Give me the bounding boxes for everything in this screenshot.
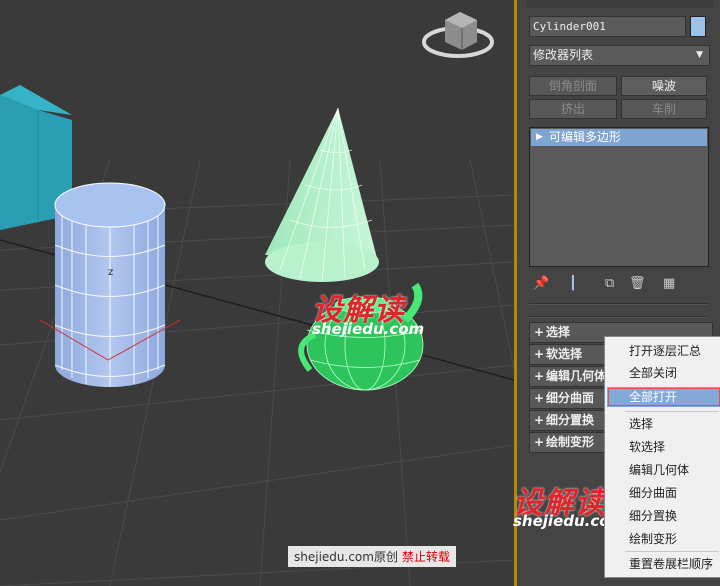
credit-warning: 禁止转载 <box>401 550 450 564</box>
modifier-list-label: 修改器列表 <box>533 48 594 62</box>
menu-item-close-all[interactable]: 全部关闭 <box>605 363 720 383</box>
stack-item-label: 可编辑多边形 <box>549 130 622 144</box>
stack-item-editable-poly[interactable]: ▶ 可编辑多边形 <box>531 129 707 146</box>
menu-item-selection[interactable]: 选择 <box>605 414 720 434</box>
stack-toolbar: 📌 ┃ ⧉ 🗑 ▦ <box>531 276 707 296</box>
menu-item-paint-deformation[interactable]: 绘制变形 <box>605 529 720 549</box>
menu-item-subdivision-displacement[interactable]: 细分置换 <box>605 506 720 526</box>
cone-object <box>265 107 379 283</box>
menu-item-edit-geometry[interactable]: 编辑几何体 <box>605 460 720 480</box>
remove-modifier-icon[interactable]: 🗑 <box>629 276 646 291</box>
separator <box>529 316 709 318</box>
object-name-field[interactable]: Cylinder001 <box>529 16 686 37</box>
menu-item-open-all[interactable]: 全部打开 <box>607 387 720 407</box>
menu-item-open-rollup-summary[interactable]: 打开逐层汇总 <box>605 341 720 361</box>
lathe-button[interactable]: 车削 <box>621 99 707 119</box>
viewport-perspective[interactable]: z 设解读 shejiedu.com shejiedu.com原创 禁止转载 <box>0 0 514 586</box>
scene-graphics: z <box>0 12 514 586</box>
make-unique-icon[interactable]: ⧉ <box>605 276 614 291</box>
menu-item-reset-rollout-order[interactable]: 重置卷展栏顺序 <box>605 554 720 574</box>
credit-banner: shejiedu.com原创 禁止转载 <box>288 546 456 567</box>
show-end-result-icon[interactable]: ┃ <box>569 276 577 291</box>
modifier-stack[interactable]: ▶ 可编辑多边形 <box>529 127 709 267</box>
pin-stack-icon[interactable]: 📌 <box>533 276 549 291</box>
cylinder-object: z <box>39 182 181 387</box>
configure-modifier-sets-icon[interactable]: ▦ <box>663 276 675 291</box>
object-color-swatch[interactable] <box>690 16 706 37</box>
panel-tabs[interactable] <box>527 0 713 8</box>
menu-item-soft-selection[interactable]: 软选择 <box>605 437 720 457</box>
menu-separator <box>625 411 719 412</box>
menu-item-subdivision-surface[interactable]: 细分曲面 <box>605 483 720 503</box>
extrude-button[interactable]: 挤出 <box>529 99 617 119</box>
viewcube[interactable] <box>422 12 494 58</box>
noise-button[interactable]: 噪波 <box>621 76 707 96</box>
separator <box>529 303 709 305</box>
axis-z-label: z <box>108 267 113 278</box>
menu-separator <box>625 551 719 552</box>
rollout-context-menu: 打开逐层汇总 全部关闭 全部打开 选择 软选择 编辑几何体 细分曲面 细分置换 … <box>604 336 720 578</box>
modifier-list-dropdown[interactable]: 修改器列表 ▼ <box>529 45 710 66</box>
credit-text: shejiedu.com原创 <box>294 550 398 564</box>
chevron-down-icon: ▼ <box>696 50 703 60</box>
watermark-url: shejiedu.com <box>312 320 425 338</box>
bevel-profile-button[interactable]: 倒角剖面 <box>529 76 617 96</box>
expand-triangle-icon[interactable]: ▶ <box>536 129 543 146</box>
